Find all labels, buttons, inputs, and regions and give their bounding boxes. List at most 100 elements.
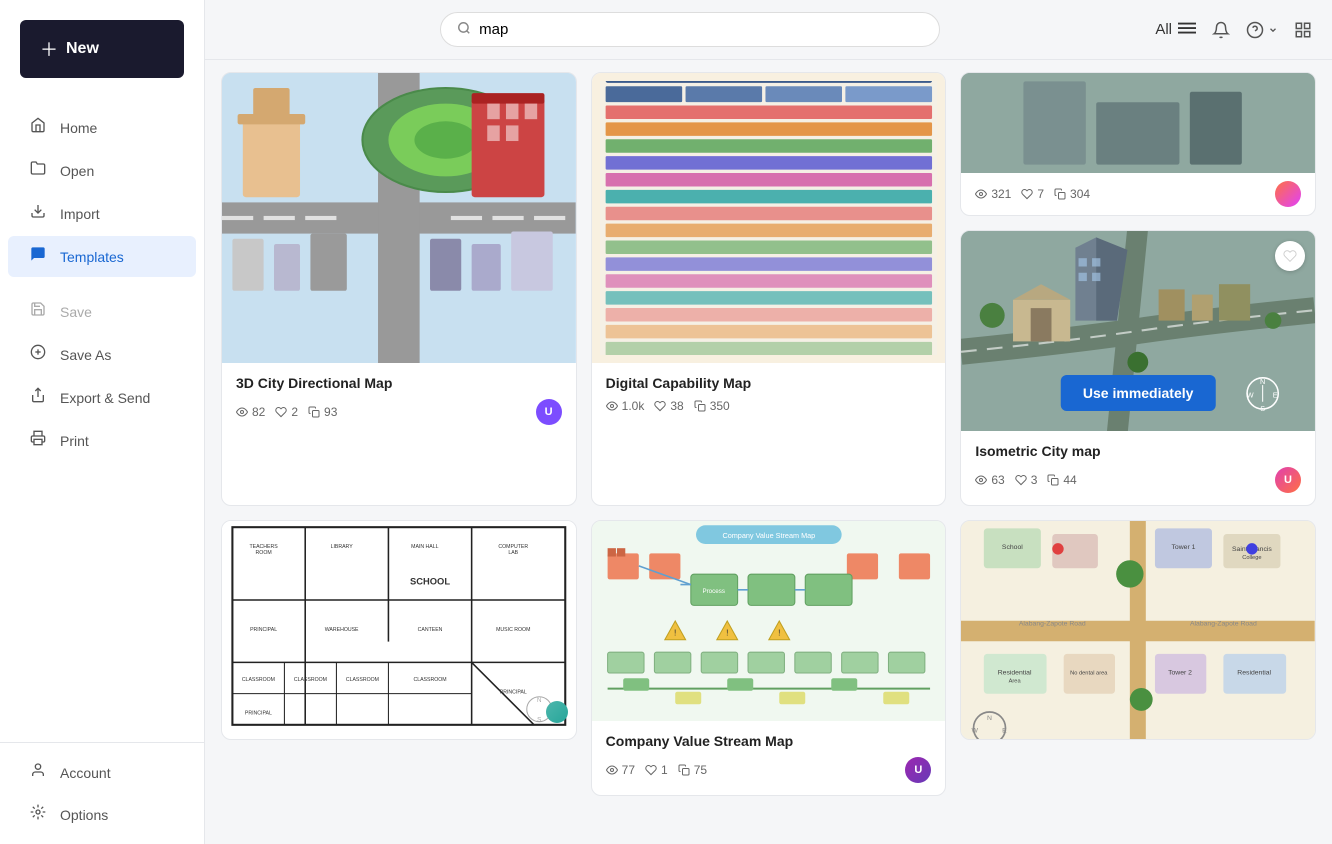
isometric-copies: 44 [1047, 473, 1076, 487]
card-3d-city[interactable]: 3D City Directional Map 82 2 [221, 72, 577, 506]
card-stream-title: Company Value Stream Map [606, 733, 932, 749]
card-3d-city-title: 3D City Directional Map [236, 375, 562, 391]
svg-text:SCHOOL: SCHOOL [410, 576, 450, 586]
sidebar-item-templates[interactable]: Templates [8, 236, 196, 277]
search-input[interactable] [479, 21, 923, 38]
svg-text:!: ! [778, 628, 780, 638]
sidebar-label-save-as: Save As [60, 347, 111, 363]
svg-text:MUSIC ROOM: MUSIC ROOM [496, 627, 530, 633]
bell-button[interactable] [1212, 21, 1230, 39]
sidebar-label-options: Options [60, 807, 108, 823]
sidebar-item-save-as[interactable]: Save As [8, 334, 196, 375]
svg-text:CLASSROOM: CLASSROOM [413, 677, 446, 683]
sidebar-label-open: Open [60, 163, 94, 179]
card-stream[interactable]: Company Value Stream Map Process [591, 520, 947, 796]
content-area: All [205, 0, 1332, 844]
card-isometric-city[interactable]: N S W E Use immediately Isometric City m… [960, 230, 1316, 506]
save-icon [28, 301, 48, 322]
card-stream-thumb: Company Value Stream Map Process [592, 521, 946, 721]
sidebar-item-options[interactable]: Options [8, 794, 196, 835]
save-as-icon [28, 344, 48, 365]
sidebar-label-account: Account [60, 765, 111, 781]
svg-text:Tower 1: Tower 1 [1172, 544, 1196, 551]
options-icon [28, 804, 48, 825]
svg-text:!: ! [726, 628, 728, 638]
sidebar-item-import[interactable]: Import [8, 193, 196, 234]
svg-text:MAIN HALL: MAIN HALL [411, 544, 439, 550]
card-3d-city-wrapper: 3D City Directional Map 82 2 [221, 72, 577, 506]
sidebar-item-open[interactable]: Open [8, 150, 196, 191]
card-partial-top[interactable]: 321 7 304 [960, 72, 1316, 216]
card-likes: 7 [1021, 187, 1044, 201]
svg-text:LIBRARY: LIBRARY [331, 544, 354, 550]
all-filter[interactable]: All [1155, 21, 1196, 39]
card-3d-city-info: 3D City Directional Map 82 2 [222, 363, 576, 437]
plus-icon: ＋ [40, 36, 58, 62]
svg-text:PRINCIPAL: PRINCIPAL [250, 627, 277, 633]
card-cartoon[interactable]: Alabang-Zapote Road Alabang-Zapote Road … [960, 520, 1316, 740]
svg-text:Residential: Residential [1238, 669, 1272, 676]
svg-text:!: ! [674, 628, 676, 638]
sidebar-label-home: Home [60, 120, 97, 136]
card-isometric-thumb: N S W E Use immediately [961, 231, 1315, 431]
card-stream-meta: 77 1 75 U [606, 757, 932, 783]
new-button[interactable]: ＋ New [20, 20, 184, 78]
capability-views: 1.0k [606, 399, 645, 413]
sidebar-label-templates: Templates [60, 249, 124, 265]
help-button[interactable] [1246, 21, 1278, 39]
card-capability[interactable]: Higher Education Digital Capability Fram… [591, 72, 947, 506]
svg-text:N: N [987, 715, 992, 722]
card-school-wrapper: TEACHERS ROOM LIBRARY MAIN HALL COMPUTER… [221, 520, 577, 796]
templates-grid: 321 7 304 [221, 72, 1316, 816]
card-views: 321 [975, 187, 1011, 201]
svg-text:E: E [1002, 728, 1007, 735]
svg-text:Process: Process [702, 588, 725, 595]
svg-text:ROOM: ROOM [256, 550, 272, 556]
sidebar-item-print[interactable]: Print [8, 420, 196, 461]
3d-city-avatar: U [536, 399, 562, 425]
sidebar-item-save[interactable]: Save [8, 291, 196, 332]
card-school[interactable]: TEACHERS ROOM LIBRARY MAIN HALL COMPUTER… [221, 520, 577, 740]
card-isometric-info: Isometric City map 63 3 [961, 431, 1315, 505]
card-cartoon-thumb: Alabang-Zapote Road Alabang-Zapote Road … [961, 521, 1315, 740]
svg-text:CLASSROOM: CLASSROOM [242, 677, 275, 683]
search-icon [457, 21, 471, 38]
svg-text:S: S [537, 717, 541, 724]
import-icon [28, 203, 48, 224]
sidebar-label-export: Export & Send [60, 390, 150, 406]
svg-text:W: W [1247, 391, 1254, 400]
svg-text:LAB: LAB [508, 550, 518, 556]
svg-text:E: E [1273, 391, 1278, 400]
stream-likes: 1 [645, 763, 668, 777]
search-container [440, 12, 940, 47]
card-capability-thumb: Higher Education Digital Capability Fram… [592, 73, 946, 363]
card-capability-meta: 1.0k 38 350 [606, 399, 932, 413]
svg-text:N: N [537, 697, 542, 704]
templates-icon [28, 246, 48, 267]
card-3d-city-thumb [222, 73, 576, 363]
use-immediately-button[interactable]: Use immediately [1061, 375, 1216, 411]
svg-text:S: S [1261, 404, 1266, 413]
3d-city-likes: 2 [275, 405, 298, 419]
sidebar-item-export[interactable]: Export & Send [8, 377, 196, 418]
sidebar-label-print: Print [60, 433, 89, 449]
grid-button[interactable] [1294, 21, 1312, 39]
sidebar-item-home[interactable]: Home [8, 107, 196, 148]
svg-text:Company Value Stream Map: Company Value Stream Map [722, 531, 815, 540]
svg-text:CLASSROOM: CLASSROOM [346, 677, 379, 683]
svg-text:Alabang-Zapote Road: Alabang-Zapote Road [1190, 620, 1257, 627]
svg-text:COMPUTER: COMPUTER [498, 544, 528, 550]
open-icon [28, 160, 48, 181]
sidebar-label-import: Import [60, 206, 100, 222]
favorite-button[interactable] [1275, 241, 1305, 271]
svg-text:CANTEEN: CANTEEN [418, 627, 443, 633]
card-capability-info: Digital Capability Map 1.0k 38 [592, 363, 946, 425]
sidebar-item-account[interactable]: Account [8, 752, 196, 793]
svg-text:Residential: Residential [998, 669, 1032, 676]
isometric-avatar: U [1275, 467, 1301, 493]
stream-copies: 75 [678, 763, 707, 777]
export-icon [28, 387, 48, 408]
sidebar-label-save: Save [60, 304, 92, 320]
card-avatar [1275, 181, 1301, 207]
3d-city-copies: 93 [308, 405, 337, 419]
